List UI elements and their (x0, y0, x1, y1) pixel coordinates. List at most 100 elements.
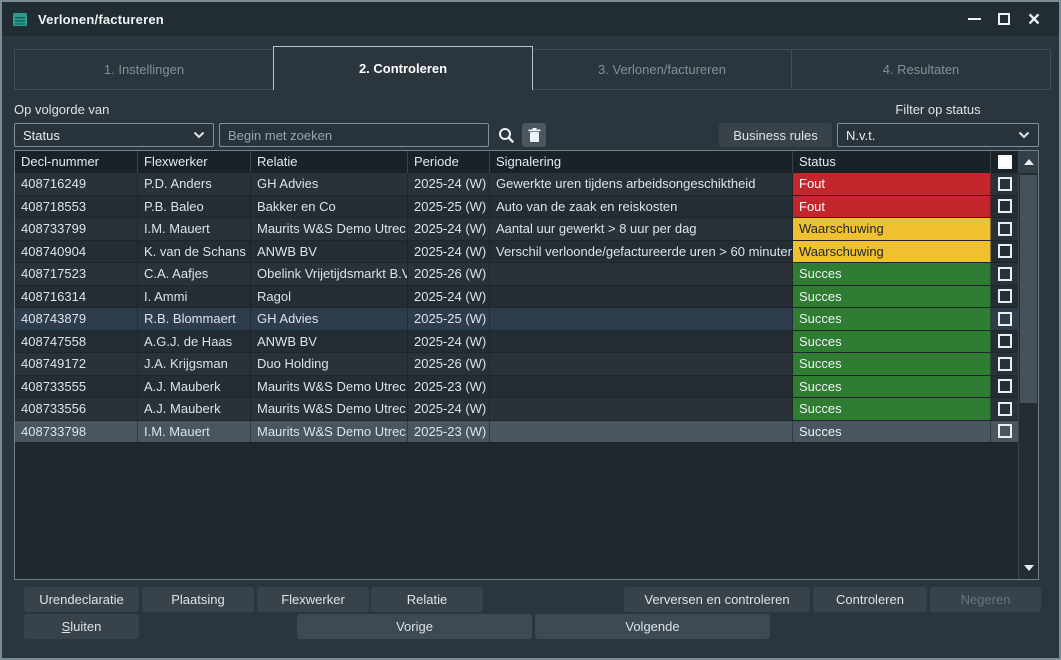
sluiten-button[interactable]: Sluiten (24, 614, 139, 639)
tab-verlonen-factureren[interactable]: 3. Verlonen/factureren (532, 49, 792, 90)
table-row[interactable]: 408733798 I.M. Mauert Maurits W&S Demo U… (15, 421, 1019, 444)
flexwerker-button[interactable]: Flexwerker (257, 587, 369, 612)
cell-decl-nummer: 408733798 (15, 421, 138, 443)
close-button[interactable]: × (1019, 5, 1049, 33)
urendeclaratie-button[interactable]: Urendeclaratie (24, 587, 139, 612)
cell-signalering (490, 263, 793, 285)
cell-relatie: Maurits W&S Demo Utrec... (251, 421, 408, 443)
table-row[interactable]: 408733555 A.J. Mauberk Maurits W&S Demo … (15, 376, 1019, 399)
cell-decl-nummer: 408740904 (15, 241, 138, 263)
tab-instellingen[interactable]: 1. Instellingen (14, 49, 274, 90)
cell-decl-nummer: 408733556 (15, 398, 138, 420)
tab-controleren[interactable]: 2. Controleren (273, 46, 533, 90)
cell-flexwerker: R.B. Blommaert (138, 308, 251, 330)
search-input[interactable] (219, 123, 489, 147)
select-all-cell (991, 151, 1019, 173)
table-row[interactable]: 408733556 A.J. Mauberk Maurits W&S Demo … (15, 398, 1019, 421)
table-row[interactable]: 408749172 J.A. Krijgsman Duo Holding 202… (15, 353, 1019, 376)
column-header-flexwerker[interactable]: Flexwerker (138, 151, 251, 173)
table-row[interactable]: 408716314 I. Ammi Ragol 2025-24 (W) Succ… (15, 286, 1019, 309)
cell-periode: 2025-23 (W) (408, 376, 490, 398)
table-row[interactable]: 408733799 I.M. Mauert Maurits W&S Demo U… (15, 218, 1019, 241)
row-checkbox[interactable] (998, 312, 1012, 326)
table-row[interactable]: 408747558 A.G.J. de Haas ANWB BV 2025-24… (15, 331, 1019, 354)
trash-icon (528, 128, 541, 143)
row-checkbox[interactable] (998, 177, 1012, 191)
row-checkbox[interactable] (998, 222, 1012, 236)
minimize-button[interactable] (959, 5, 989, 33)
verversen-en-controleren-button[interactable]: Verversen en controleren (624, 587, 810, 612)
relatie-button[interactable]: Relatie (371, 587, 483, 612)
status-badge: Succes (793, 353, 991, 375)
table-row[interactable]: 408740904 K. van de Schans ANWB BV 2025-… (15, 241, 1019, 264)
row-checkbox[interactable] (998, 357, 1012, 371)
vertical-scrollbar[interactable] (1018, 151, 1038, 579)
search-button[interactable] (493, 123, 519, 147)
cell-periode: 2025-24 (W) (408, 218, 490, 240)
row-checkbox-cell (991, 421, 1019, 443)
table-header: Decl-nummer Flexwerker Relatie Periode S… (15, 151, 1019, 173)
table-row[interactable]: 408717523 C.A. Aafjes Obelink Vrijetijds… (15, 263, 1019, 286)
scroll-up-button[interactable] (1019, 151, 1038, 173)
cell-flexwerker: I.M. Mauert (138, 421, 251, 443)
table-row[interactable]: 408716249 P.D. Anders GH Advies 2025-24 … (15, 173, 1019, 196)
cell-signalering (490, 308, 793, 330)
row-checkbox[interactable] (998, 267, 1012, 281)
status-filter-dropdown[interactable]: N.v.t. (837, 123, 1039, 147)
clear-search-button[interactable] (522, 123, 546, 147)
status-badge: Succes (793, 331, 991, 353)
column-header-signalering[interactable]: Signalering (490, 151, 793, 173)
cell-relatie: GH Advies (251, 308, 408, 330)
row-checkbox[interactable] (998, 244, 1012, 258)
row-checkbox[interactable] (998, 289, 1012, 303)
scrollbar-thumb[interactable] (1020, 175, 1037, 403)
row-checkbox[interactable] (998, 199, 1012, 213)
cell-signalering: Auto van de zaak en reiskosten (490, 196, 793, 218)
tab-resultaten[interactable]: 4. Resultaten (791, 49, 1051, 90)
cell-flexwerker: J.A. Krijgsman (138, 353, 251, 375)
column-header-periode[interactable]: Periode (408, 151, 490, 173)
cell-periode: 2025-24 (W) (408, 241, 490, 263)
column-header-decl-nummer[interactable]: Decl-nummer (15, 151, 138, 173)
status-badge: Fout (793, 173, 991, 195)
row-checkbox[interactable] (998, 379, 1012, 393)
row-checkbox[interactable] (998, 402, 1012, 416)
cell-periode: 2025-23 (W) (408, 421, 490, 443)
cell-signalering (490, 376, 793, 398)
vorige-button[interactable]: Vorige (297, 614, 532, 639)
table-row[interactable]: 408743879 R.B. Blommaert GH Advies 2025-… (15, 308, 1019, 331)
sort-dropdown-value: Status (23, 128, 60, 143)
sort-dropdown[interactable]: Status (14, 123, 214, 147)
row-checkbox[interactable] (998, 334, 1012, 348)
cell-relatie: Maurits W&S Demo Utrec... (251, 398, 408, 420)
cell-relatie: Maurits W&S Demo Utrec... (251, 376, 408, 398)
row-checkbox-cell (991, 376, 1019, 398)
column-header-status[interactable]: Status (793, 151, 991, 173)
row-checkbox-cell (991, 173, 1019, 195)
cell-decl-nummer: 408733799 (15, 218, 138, 240)
status-badge: Succes (793, 421, 991, 443)
calendar-grid-icon (12, 11, 28, 27)
maximize-button[interactable] (989, 5, 1019, 33)
cell-relatie: ANWB BV (251, 241, 408, 263)
row-checkbox-cell (991, 331, 1019, 353)
cell-signalering (490, 421, 793, 443)
cell-relatie: Ragol (251, 286, 408, 308)
business-rules-button[interactable]: Business rules (719, 123, 832, 147)
cell-flexwerker: A.J. Mauberk (138, 398, 251, 420)
plaatsing-button[interactable]: Plaatsing (142, 587, 254, 612)
column-header-relatie[interactable]: Relatie (251, 151, 408, 173)
sort-label: Op volgorde van (14, 102, 109, 117)
volgende-button[interactable]: Volgende (535, 614, 770, 639)
cell-decl-nummer: 408747558 (15, 331, 138, 353)
table-body: 408716249 P.D. Anders GH Advies 2025-24 … (15, 173, 1019, 443)
status-filter-label: Filter op status (837, 102, 1039, 117)
cell-flexwerker: C.A. Aafjes (138, 263, 251, 285)
select-all-checkbox[interactable] (998, 155, 1012, 169)
scroll-down-button[interactable] (1019, 557, 1038, 579)
row-checkbox[interactable] (998, 424, 1012, 438)
controleren-button[interactable]: Controleren (813, 587, 927, 612)
cell-signalering (490, 286, 793, 308)
cell-decl-nummer: 408718553 (15, 196, 138, 218)
table-row[interactable]: 408718553 P.B. Baleo Bakker en Co 2025-2… (15, 196, 1019, 219)
